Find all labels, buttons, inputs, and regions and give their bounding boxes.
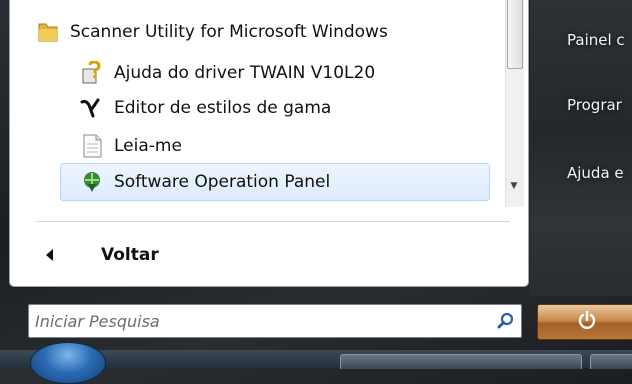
search-icon[interactable] — [491, 306, 521, 336]
folder-icon — [36, 20, 60, 44]
program-folder-scanner-utility[interactable]: Scanner Utility for Microsoft Windows — [36, 15, 388, 49]
program-folder-label: Scanner Utility for Microsoft Windows — [70, 22, 388, 42]
gamma-editor-icon — [80, 96, 104, 120]
search-input[interactable]: Iniciar Pesquisa — [29, 312, 491, 331]
back-arrow-icon — [46, 249, 53, 261]
help-icon — [80, 61, 104, 85]
program-item-readme[interactable]: Leia-me — [80, 129, 182, 163]
right-pane-item-programs[interactable]: Prograr — [567, 96, 622, 114]
program-item-twain-help[interactable]: Ajuda do driver TWAIN V10L20 — [80, 56, 375, 90]
right-pane-item-control-panel[interactable]: Painel c — [567, 31, 625, 49]
back-button[interactable]: Voltar — [46, 240, 159, 270]
taskbar-button[interactable] — [340, 354, 582, 369]
document-icon — [80, 134, 104, 158]
right-pane-item-help[interactable]: Ajuda e — [567, 164, 624, 182]
shutdown-button[interactable] — [537, 304, 632, 340]
program-item-label: Software Operation Panel — [114, 172, 331, 192]
start-orb-button[interactable] — [30, 342, 106, 384]
back-button-label: Voltar — [101, 245, 159, 265]
menu-separator — [36, 221, 510, 222]
scrollbar-thumb[interactable] — [507, 0, 523, 69]
taskbar-button[interactable] — [590, 354, 632, 369]
program-item-label: Ajuda do driver TWAIN V10L20 — [114, 63, 376, 83]
program-item-label: Editor de estilos de gama — [114, 98, 332, 118]
power-icon — [577, 310, 597, 334]
operation-panel-icon — [80, 170, 104, 194]
program-item-gamma-editor[interactable]: Editor de estilos de gama — [80, 91, 331, 125]
start-search-box[interactable]: Iniciar Pesquisa — [28, 304, 522, 338]
program-item-label: Leia-me — [114, 136, 182, 156]
program-item-software-operation-panel-content[interactable]: Software Operation Panel — [80, 165, 330, 199]
scroll-down-icon[interactable]: ▼ — [507, 168, 521, 204]
